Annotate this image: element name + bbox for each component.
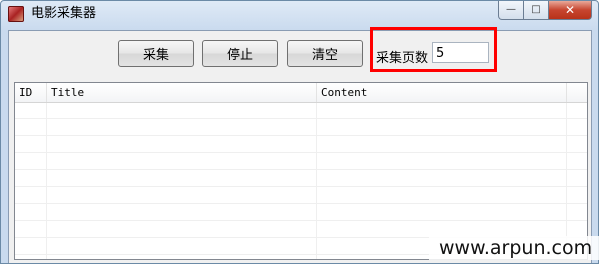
app-icon [8, 6, 24, 22]
column-header-filler [567, 83, 587, 102]
watermark: www.arpun.com [429, 236, 599, 260]
table-row [15, 170, 587, 187]
highlight-box [370, 27, 497, 72]
column-header-content[interactable]: Content [317, 83, 567, 102]
client-area: 采集 停止 清空 采集页数 5 ID Title Content [8, 27, 592, 263]
table-row [15, 119, 587, 136]
results-table[interactable]: ID Title Content [14, 82, 588, 260]
maximize-button[interactable]: □ [524, 1, 549, 20]
table-row [15, 187, 587, 204]
column-header-title[interactable]: Title [47, 83, 317, 102]
close-icon: ✕ [564, 3, 576, 17]
title-bar[interactable]: 电影采集器 — □ ✕ [1, 1, 598, 29]
table-row [15, 136, 587, 153]
stop-button[interactable]: 停止 [202, 40, 278, 67]
maximize-icon: □ [531, 4, 541, 15]
minimize-icon: — [506, 4, 516, 15]
column-header-id[interactable]: ID [15, 83, 47, 102]
table-row [15, 204, 587, 221]
close-button[interactable]: ✕ [549, 1, 592, 20]
main-window: 电影采集器 — □ ✕ 采集 停止 清空 采集页数 5 ID Title Con… [0, 0, 599, 264]
caption-buttons: — □ ✕ [498, 1, 592, 21]
clear-button[interactable]: 清空 [287, 40, 363, 67]
table-row [15, 102, 587, 119]
window-title: 电影采集器 [31, 6, 97, 21]
table-header: ID Title Content [15, 83, 587, 103]
table-row [15, 153, 587, 170]
collect-button[interactable]: 采集 [118, 40, 194, 67]
minimize-button[interactable]: — [498, 1, 524, 20]
